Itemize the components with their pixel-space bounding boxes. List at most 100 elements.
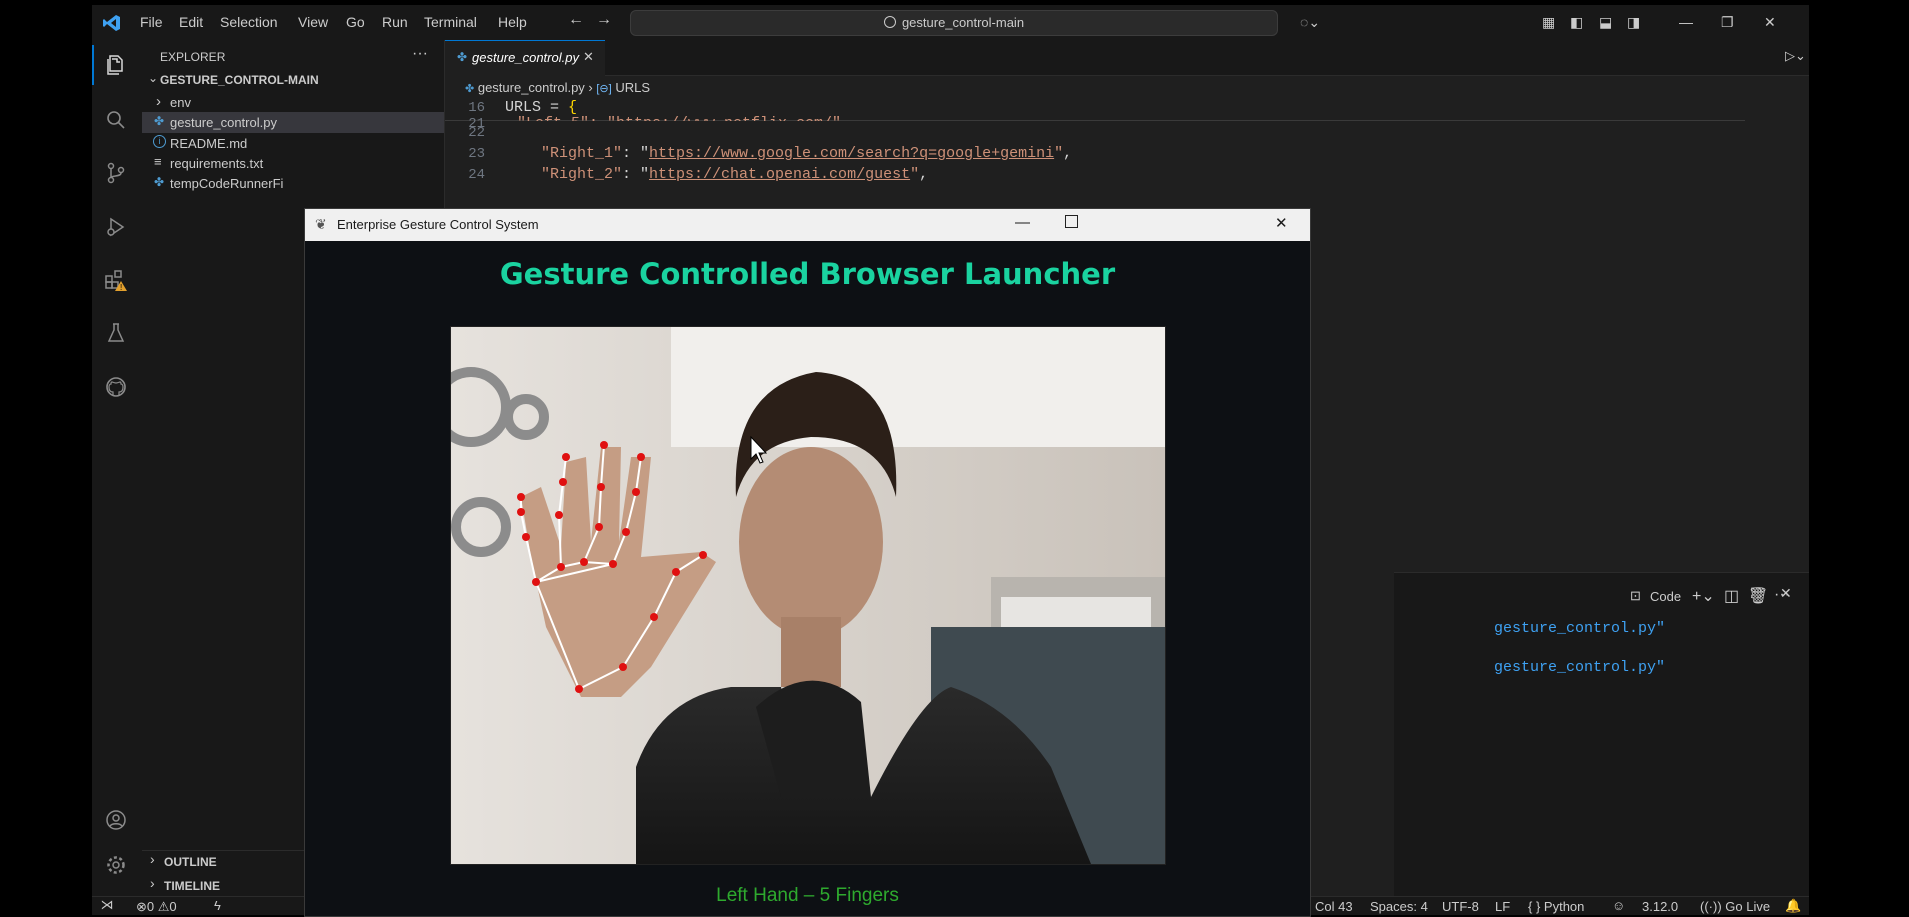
- tree-item-requirements[interactable]: ≡ requirements.txt: [142, 153, 444, 174]
- menu-file[interactable]: File: [140, 14, 163, 30]
- symbol-icon: [⊖]: [596, 83, 612, 95]
- terminal-line: gesture_control.py": [1494, 659, 1666, 676]
- testing-flask-icon[interactable]: [101, 318, 131, 348]
- toggle-secondary-sidebar-icon[interactable]: ◨: [1627, 14, 1640, 31]
- command-center-search[interactable]: gesture_control-main: [630, 10, 1278, 36]
- explorer-icon[interactable]: [101, 50, 131, 80]
- tree-item-env[interactable]: › env: [142, 92, 444, 113]
- menu-edit[interactable]: Edit: [179, 14, 203, 30]
- tree-item-label: requirements.txt: [170, 156, 264, 171]
- app-close-icon[interactable]: ✕: [1275, 214, 1288, 232]
- title-bar: File Edit Selection View Go Run Terminal…: [92, 5, 1809, 40]
- info-icon: i: [153, 135, 166, 148]
- extensions-icon[interactable]: !: [101, 265, 131, 295]
- url-link[interactable]: https://chat.openai.com/guest: [649, 166, 910, 183]
- code-view[interactable]: 16 URLS = { 21 "Left_5": "https://www.ne…: [445, 98, 1745, 208]
- menu-terminal[interactable]: Terminal: [424, 14, 477, 30]
- code-line: "Right_2": "https://chat.openai.com/gues…: [541, 166, 929, 183]
- menu-run[interactable]: Run: [382, 14, 408, 30]
- back-arrow-icon[interactable]: ←: [568, 11, 584, 29]
- outline-label: OUTLINE: [164, 855, 217, 869]
- copilot-status-icon[interactable]: ☺: [1612, 898, 1625, 913]
- line-ending[interactable]: LF: [1495, 899, 1510, 914]
- breadcrumb-symbol[interactable]: URLS: [615, 80, 650, 95]
- error-icon: ⊗: [136, 899, 147, 914]
- forward-arrow-icon[interactable]: →: [596, 11, 612, 29]
- run-button-icon[interactable]: ▷⌄: [1785, 48, 1806, 64]
- chevron-right-icon: ›: [150, 851, 155, 867]
- restore-icon[interactable]: ❐: [1721, 14, 1734, 31]
- copilot-icon[interactable]: ◌⌄: [1300, 14, 1320, 31]
- line-number: 22: [468, 125, 485, 141]
- go-live-button[interactable]: ((·)) Go Live: [1700, 899, 1770, 914]
- python-icon: ✤: [457, 50, 468, 64]
- camera-image: [451, 327, 1165, 864]
- terminal-panel: ⊡ Code +⌄ ◫ 🗑 ··· gesture_control.py" ge…: [1394, 572, 1809, 897]
- app-maximize-icon[interactable]: [1065, 215, 1078, 228]
- split-terminal-icon[interactable]: ◫: [1724, 586, 1739, 606]
- indentation[interactable]: Spaces: 4: [1370, 899, 1428, 914]
- tree-item-readme[interactable]: i README.md: [142, 133, 444, 154]
- chevron-right-icon: ›: [150, 875, 155, 891]
- code-line: URLS = {: [505, 99, 577, 116]
- maximize-panel-icon[interactable]: ⛶: [1751, 585, 1761, 602]
- tree-item-label: gesture_control.py: [170, 115, 277, 130]
- close-tab-icon[interactable]: ✕: [583, 49, 594, 65]
- tab-gesture-control[interactable]: ✤ gesture_control.py ✕: [445, 40, 605, 76]
- tree-item-label: tempCodeRunnerFi: [170, 176, 284, 191]
- terminal-icon: ⊡: [1630, 588, 1641, 603]
- line-number: 23: [468, 146, 485, 162]
- tree-item-tempcoderunner[interactable]: ✤ tempCodeRunnerFi: [142, 173, 444, 194]
- terminal-shell-label[interactable]: Code: [1650, 589, 1681, 604]
- menu-go[interactable]: Go: [346, 14, 365, 30]
- tree-item-label: README.md: [170, 136, 248, 151]
- feather-icon: ❦: [315, 216, 327, 232]
- dict-key: "Right_2": [541, 166, 623, 183]
- dict-key: "Right_1": [541, 145, 623, 162]
- search-text: gesture_control-main: [901, 15, 1025, 30]
- add-terminal-icon[interactable]: +⌄: [1692, 586, 1715, 606]
- explorer-title: EXPLORER: [160, 50, 226, 64]
- code-line-partial: "Left_5": "https://www.netflix.com/",: [517, 115, 850, 121]
- outline-section[interactable]: › OUTLINE: [142, 851, 302, 871]
- github-icon[interactable]: [101, 372, 131, 402]
- encoding[interactable]: UTF-8: [1442, 899, 1479, 914]
- code-urls: URLS =: [505, 99, 569, 116]
- source-control-icon[interactable]: [101, 158, 131, 188]
- url-link[interactable]: https://www.google.com/search?q=google+g…: [649, 145, 1054, 162]
- remote-icon[interactable]: ⋊: [92, 897, 122, 915]
- layout-customize-icon[interactable]: ▦: [1542, 14, 1555, 31]
- python-icon: ✤: [154, 114, 165, 128]
- tab-bar: ✤ gesture_control.py ✕ ▷⌄: [445, 40, 1809, 76]
- svg-text:!: !: [120, 283, 122, 292]
- menu-selection[interactable]: Selection: [220, 14, 278, 30]
- menu-help[interactable]: Help: [498, 14, 527, 30]
- broadcast-icon: ((·)): [1700, 899, 1722, 914]
- folder-root[interactable]: ⌄ GESTURE_CONTROL-MAIN: [142, 68, 444, 90]
- breadcrumb-file[interactable]: gesture_control.py: [478, 80, 585, 95]
- app-title: Enterprise Gesture Control System: [337, 217, 539, 232]
- settings-gear-icon[interactable]: [101, 850, 131, 880]
- notifications-bell-icon[interactable]: 🔔: [1785, 898, 1801, 914]
- line-number: 16: [468, 100, 485, 116]
- python-icon: ✤: [465, 83, 475, 95]
- close-icon[interactable]: ✕: [1764, 14, 1776, 31]
- toggle-sidebar-icon[interactable]: ◧: [1570, 14, 1583, 31]
- app-minimize-icon[interactable]: —: [1015, 214, 1030, 231]
- close-panel-icon[interactable]: ✕: [1780, 585, 1792, 602]
- language-mode[interactable]: { } Python: [1528, 899, 1584, 914]
- accounts-icon[interactable]: [101, 805, 131, 835]
- more-actions-icon[interactable]: ···: [412, 45, 428, 63]
- lightning-icon[interactable]: ϟ: [214, 898, 221, 913]
- timeline-section[interactable]: › TIMELINE: [142, 875, 302, 895]
- python-version[interactable]: 3.12.0: [1642, 899, 1678, 914]
- run-debug-icon[interactable]: [101, 212, 131, 242]
- minimize-icon[interactable]: —: [1679, 14, 1693, 30]
- toggle-panel-icon[interactable]: ⬓: [1599, 14, 1612, 31]
- tree-item-gesture-control[interactable]: ✤ gesture_control.py: [142, 112, 444, 133]
- cursor-position[interactable]: Col 43: [1315, 899, 1353, 914]
- braces-icon: { }: [1528, 899, 1541, 914]
- problems-indicator[interactable]: ⊗0 ⚠0: [136, 899, 177, 915]
- menu-view[interactable]: View: [298, 14, 328, 30]
- search-activity-icon[interactable]: [101, 105, 131, 135]
